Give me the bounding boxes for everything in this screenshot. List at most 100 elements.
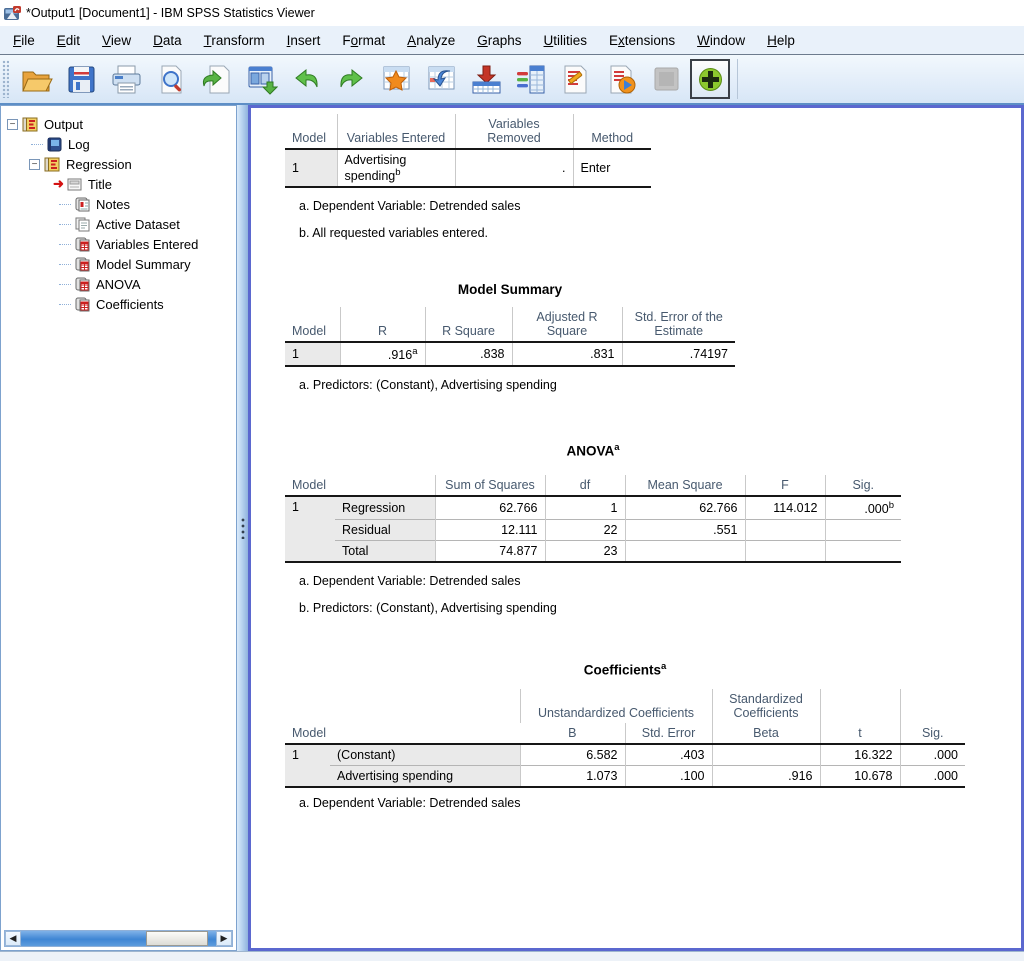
model-summary-table[interactable]: Model R R Square Adjusted R Square Std. … xyxy=(285,307,735,367)
column-spanner: Standardized Coefficients xyxy=(712,689,820,723)
menu-window[interactable]: Window xyxy=(686,29,756,52)
table-cell: 6.582 xyxy=(520,744,625,766)
menu-insert[interactable]: Insert xyxy=(276,29,332,52)
open-button[interactable] xyxy=(15,58,57,100)
menu-data[interactable]: Data xyxy=(142,29,193,52)
table-footnote: a. Dependent Variable: Detrended sales xyxy=(299,574,1021,588)
output-book-icon xyxy=(22,117,39,132)
table-title: ANOVAa xyxy=(285,442,901,459)
collapse-icon[interactable]: − xyxy=(29,159,40,170)
tree-item-label: Title xyxy=(88,177,112,192)
toolbar-gripper[interactable] xyxy=(2,60,9,98)
insert-case-icon xyxy=(470,64,503,95)
tree-item-model-summary[interactable]: Model Summary xyxy=(1,254,236,274)
goto-data-button[interactable] xyxy=(375,58,417,100)
undo-button[interactable] xyxy=(285,58,327,100)
open-icon xyxy=(20,64,53,95)
menu-analyze[interactable]: Analyze xyxy=(396,29,466,52)
menu-file[interactable]: File xyxy=(2,29,46,52)
print-icon xyxy=(110,64,143,95)
tree-horizontal-scrollbar[interactable]: ◀ ▶ xyxy=(4,930,233,947)
table-cell: Total xyxy=(335,540,435,562)
table-cell: 1 xyxy=(285,496,335,562)
table-cell xyxy=(825,540,901,562)
tree-item-coefficients[interactable]: Coefficients xyxy=(1,294,236,314)
menu-bar: File Edit View Data Transform Insert For… xyxy=(0,26,1024,55)
scroll-left-arrow-icon[interactable]: ◀ xyxy=(5,931,21,946)
tree-item-label: ANOVA xyxy=(96,277,141,292)
column-header: t xyxy=(820,723,900,744)
print-button[interactable] xyxy=(105,58,147,100)
run-script-button[interactable] xyxy=(600,58,642,100)
pivot-table-icon xyxy=(74,277,91,292)
tree-connector xyxy=(59,244,71,245)
redo-button[interactable] xyxy=(330,58,372,100)
menu-format[interactable]: Format xyxy=(331,29,396,52)
table-cell: .000 xyxy=(900,766,965,788)
export-button[interactable] xyxy=(240,58,282,100)
pane-splitter[interactable] xyxy=(237,105,248,951)
table-cell: 1 xyxy=(285,342,340,366)
column-header: F xyxy=(745,475,825,496)
menu-help[interactable]: Help xyxy=(756,29,806,52)
goto-case-icon xyxy=(425,64,458,95)
menu-edit[interactable]: Edit xyxy=(46,29,91,52)
window-title: *Output1 [Document1] - IBM SPSS Statisti… xyxy=(26,6,315,20)
table-cell: Advertising spending xyxy=(330,766,520,788)
column-header: Model xyxy=(285,307,340,342)
recall-dialogs-button[interactable] xyxy=(195,58,237,100)
tree-item-anova[interactable]: ANOVA xyxy=(1,274,236,294)
scrollbar-thumb[interactable] xyxy=(146,931,208,946)
tree-item-output[interactable]: − Output xyxy=(1,114,236,134)
designate-window-button[interactable] xyxy=(690,59,730,99)
tree-item-title[interactable]: ➜ Title xyxy=(1,174,236,194)
table-cell: 10.678 xyxy=(820,766,900,788)
column-header: R xyxy=(340,307,425,342)
variables-icon xyxy=(515,64,548,95)
tree-item-variables-entered[interactable]: Variables Entered xyxy=(1,234,236,254)
undo-icon xyxy=(290,64,323,95)
tree-connector xyxy=(59,224,71,225)
tree-connector xyxy=(59,284,71,285)
outline-pane: − Output Log − Regression ➜ Title xyxy=(0,105,237,951)
table-cell: . xyxy=(455,149,573,187)
tree-item-active-dataset[interactable]: Active Dataset xyxy=(1,214,236,234)
table-cell: .100 xyxy=(625,766,712,788)
goto-case-button[interactable] xyxy=(420,58,462,100)
variables-entered-removed-table[interactable]: Model Variables Entered Variables Remove… xyxy=(285,114,651,188)
menu-view[interactable]: View xyxy=(91,29,142,52)
table-cell xyxy=(625,540,745,562)
tree-item-log[interactable]: Log xyxy=(1,134,236,154)
column-header: Mean Square xyxy=(625,475,745,496)
menu-extensions[interactable]: Extensions xyxy=(598,29,686,52)
tree-item-label: Notes xyxy=(96,197,130,212)
save-button[interactable] xyxy=(60,58,102,100)
tree-item-regression[interactable]: − Regression xyxy=(1,154,236,174)
column-header: Model xyxy=(285,475,435,496)
variables-button[interactable] xyxy=(510,58,552,100)
insert-case-button[interactable] xyxy=(465,58,507,100)
menu-utilities[interactable]: Utilities xyxy=(533,29,599,52)
tree-item-label: Log xyxy=(68,137,90,152)
column-header: Sig. xyxy=(825,475,901,496)
coefficients-table[interactable]: Model Unstandardized Coefficients Standa… xyxy=(285,689,965,788)
status-bar xyxy=(0,951,1024,961)
column-spanner: Unstandardized Coefficients xyxy=(520,689,712,723)
select-last-output-button[interactable] xyxy=(645,58,687,100)
edit-text-button[interactable] xyxy=(555,58,597,100)
scrollbar-track[interactable] xyxy=(21,931,216,946)
tree-item-label: Active Dataset xyxy=(96,217,180,232)
menu-graphs[interactable]: Graphs xyxy=(466,29,532,52)
table-cell: .551 xyxy=(625,519,745,540)
table-cell: 62.766 xyxy=(435,496,545,520)
pivot-table-icon xyxy=(74,237,91,252)
anova-table[interactable]: Model Sum of Squares df Mean Square F Si… xyxy=(285,475,901,563)
collapse-icon[interactable]: − xyxy=(7,119,18,130)
scroll-right-arrow-icon[interactable]: ▶ xyxy=(216,931,232,946)
print-preview-button[interactable] xyxy=(150,58,192,100)
tree-item-notes[interactable]: Notes xyxy=(1,194,236,214)
table-cell: 1.073 xyxy=(520,766,625,788)
menu-transform[interactable]: Transform xyxy=(193,29,276,52)
outline-tree: − Output Log − Regression ➜ Title xyxy=(1,106,236,314)
table-footnote: a. Dependent Variable: Detrended sales xyxy=(299,796,1021,810)
